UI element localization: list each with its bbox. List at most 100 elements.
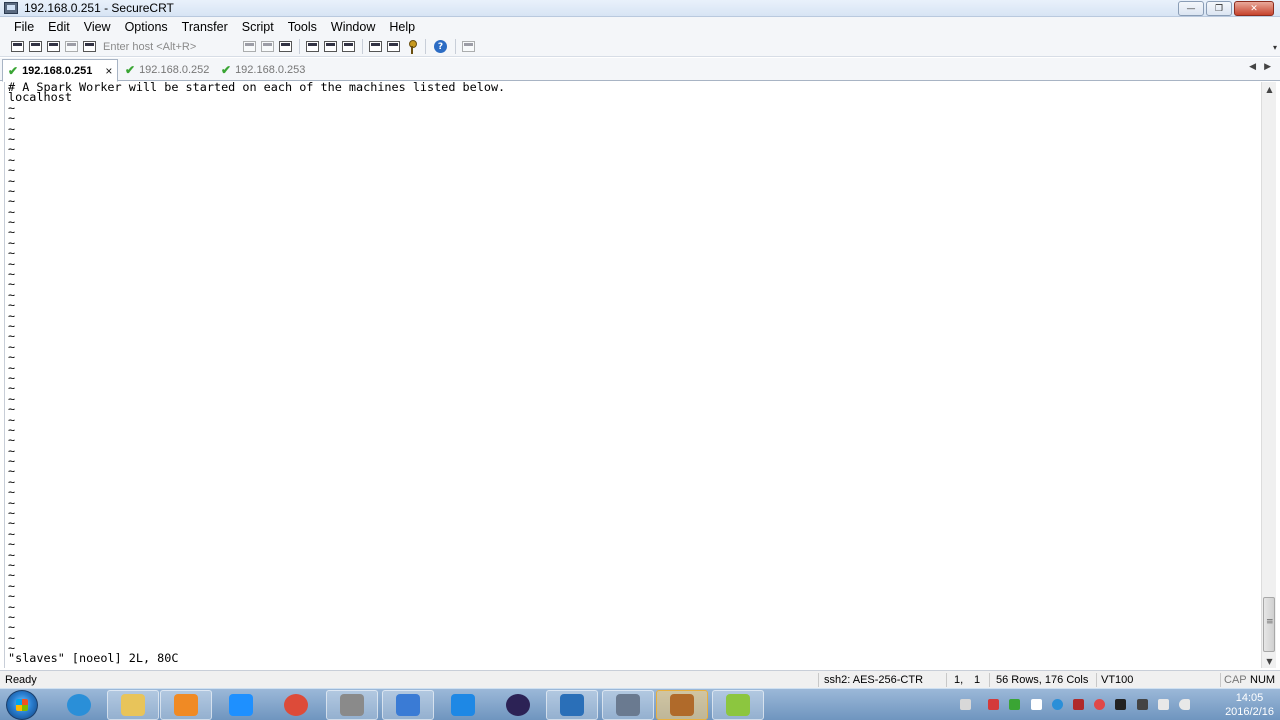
menu-edit[interactable]: Edit	[41, 20, 77, 34]
menu-bar: File Edit View Options Transfer Script T…	[0, 17, 1280, 37]
status-bar: Ready ssh2: AES-256-CTR 1, 1 56 Rows, 17…	[0, 670, 1280, 688]
vim-tilde-line: ~	[8, 152, 16, 167]
status-separator	[946, 673, 947, 687]
session-options-icon[interactable]	[369, 41, 382, 52]
m-app-icon	[726, 694, 750, 716]
menu-view[interactable]: View	[77, 20, 118, 34]
paste-icon[interactable]	[261, 41, 274, 52]
start-button[interactable]	[6, 690, 38, 720]
vim-tilde-line: ~	[8, 204, 16, 219]
taskbar-app-button[interactable]	[546, 690, 598, 720]
close-button[interactable]: ✕	[1234, 1, 1274, 16]
enter-host-input[interactable]	[103, 38, 233, 55]
vim-tilde-line: ~	[8, 142, 16, 157]
maximize-button[interactable]: ❐	[1206, 1, 1232, 16]
tab-label: 192.168.0.251	[22, 64, 93, 77]
menu-tools[interactable]: Tools	[281, 20, 324, 34]
connect-in-tab-icon[interactable]	[47, 41, 60, 52]
vim-tilde-line: ~	[8, 443, 16, 458]
disconnect-icon[interactable]	[83, 41, 96, 52]
toolbar-separator	[362, 39, 363, 54]
taskbar-app-button[interactable]	[107, 690, 159, 720]
toolbar: ? ▾	[0, 37, 1280, 57]
vim-tilde-line: ~	[8, 485, 16, 500]
vim-tilde-line: ~	[8, 183, 16, 198]
print-selection-icon[interactable]	[324, 41, 337, 52]
menu-window[interactable]: Window	[324, 20, 382, 34]
tab-prev-icon[interactable]: ◀	[1249, 62, 1256, 72]
taskbar-app-button[interactable]	[160, 690, 212, 720]
taskbar-app-button[interactable]	[326, 690, 378, 720]
tab-next-icon[interactable]: ▶	[1264, 62, 1271, 72]
taskbar-app-button[interactable]	[437, 690, 489, 720]
taskbar-app-button[interactable]	[53, 690, 105, 720]
global-options-icon[interactable]	[387, 41, 400, 52]
toolbar-separator	[425, 39, 426, 54]
tab-192-168-0-253[interactable]: ✔ 192.168.0.253	[216, 59, 312, 81]
print-icon[interactable]	[306, 41, 319, 52]
volume-tray-icon[interactable]	[1179, 699, 1190, 710]
sync-tray-icon[interactable]	[1009, 699, 1020, 710]
vim-tilde-line: ~	[8, 620, 16, 635]
menu-options[interactable]: Options	[118, 20, 175, 34]
menu-help[interactable]: Help	[382, 20, 422, 34]
vim-tilde-line: ~	[8, 318, 16, 333]
network-tray-icon[interactable]	[1158, 699, 1169, 710]
scroll-thumb[interactable]	[1263, 597, 1275, 652]
reconnect-icon[interactable]	[65, 41, 78, 52]
find-icon[interactable]	[279, 41, 292, 52]
toolbar-separator	[299, 39, 300, 54]
chrome-icon	[284, 694, 308, 716]
sftp-icon[interactable]	[462, 41, 475, 52]
antivirus-tray-icon[interactable]	[1094, 699, 1105, 710]
security-tray-icon[interactable]	[988, 699, 999, 710]
securecrt-icon	[616, 694, 640, 716]
securecrt-app-icon	[4, 2, 18, 14]
toolbar-dropdown-icon[interactable]: ▾	[1273, 43, 1277, 52]
vim-tilde-line: ~	[8, 412, 16, 427]
status-separator	[1096, 673, 1097, 687]
scroll-up-icon[interactable]: ▲	[1262, 82, 1277, 96]
vim-tilde-line: ~	[8, 495, 16, 510]
connect-icon[interactable]	[11, 41, 24, 52]
vim-tilde-line: ~	[8, 630, 16, 645]
taskbar-app-button[interactable]	[270, 690, 322, 720]
qq-tray-icon[interactable]	[1115, 699, 1126, 710]
vim-tilde-line: ~	[8, 402, 16, 417]
shield-tray-icon[interactable]	[1073, 699, 1084, 710]
terminal-area[interactable]: # A Spark Worker will be started on each…	[4, 82, 1261, 668]
taskbar-app-button[interactable]	[215, 690, 267, 720]
key-icon[interactable]	[408, 39, 417, 54]
terminal-scrollbar[interactable]: ▲ ▼	[1261, 82, 1276, 668]
taskbar-app-button[interactable]	[656, 690, 708, 720]
close-tab-icon[interactable]: ×	[105, 64, 112, 78]
help-icon[interactable]: ?	[434, 40, 447, 53]
network-tool-icon	[396, 694, 420, 716]
tab-192-168-0-251[interactable]: ✔ 192.168.0.251 ×	[2, 59, 118, 82]
taskbar-app-button[interactable]	[382, 690, 434, 720]
taskbar-app-button[interactable]	[602, 690, 654, 720]
vim-tilde-line: ~	[8, 526, 16, 541]
menu-script[interactable]: Script	[235, 20, 281, 34]
taskbar-clock[interactable]: 14:05 2016/2/16	[1225, 691, 1274, 719]
menu-file[interactable]: File	[7, 20, 41, 34]
vim-tilde-line: ~	[8, 225, 16, 240]
windows-tray-icon[interactable]	[1031, 699, 1042, 710]
taskbar-app-button[interactable]	[492, 690, 544, 720]
print-setup-icon[interactable]	[342, 41, 355, 52]
quick-connect-icon[interactable]	[29, 41, 42, 52]
vim-empty-lines: ~ ~ ~ ~ ~ ~ ~ ~ ~ ~ ~ ~ ~ ~ ~ ~ ~ ~ ~ ~ ~ ~ ~ ~ ~ ~ ~ ~ ~ ~ ~ ~ ~ ~ ~ ~ ~ ~ ~ ~…	[5, 102, 1261, 655]
keyboard-tray-icon[interactable]	[960, 699, 971, 710]
vim-tilde-line: ~	[8, 267, 16, 282]
assistant-tray-icon[interactable]	[1137, 699, 1148, 710]
status-col: 1	[974, 674, 981, 686]
minimize-button[interactable]: —	[1178, 1, 1204, 16]
scroll-down-icon[interactable]: ▼	[1262, 654, 1277, 668]
menu-transfer[interactable]: Transfer	[175, 20, 235, 34]
vim-tilde-line: ~	[8, 287, 16, 302]
window-controls: — ❐ ✕	[1178, 1, 1274, 16]
taskbar-app-button[interactable]	[712, 690, 764, 720]
copy-icon[interactable]	[243, 41, 256, 52]
tab-192-168-0-252[interactable]: ✔ 192.168.0.252	[120, 59, 216, 81]
feather-tray-icon[interactable]	[1052, 699, 1063, 710]
